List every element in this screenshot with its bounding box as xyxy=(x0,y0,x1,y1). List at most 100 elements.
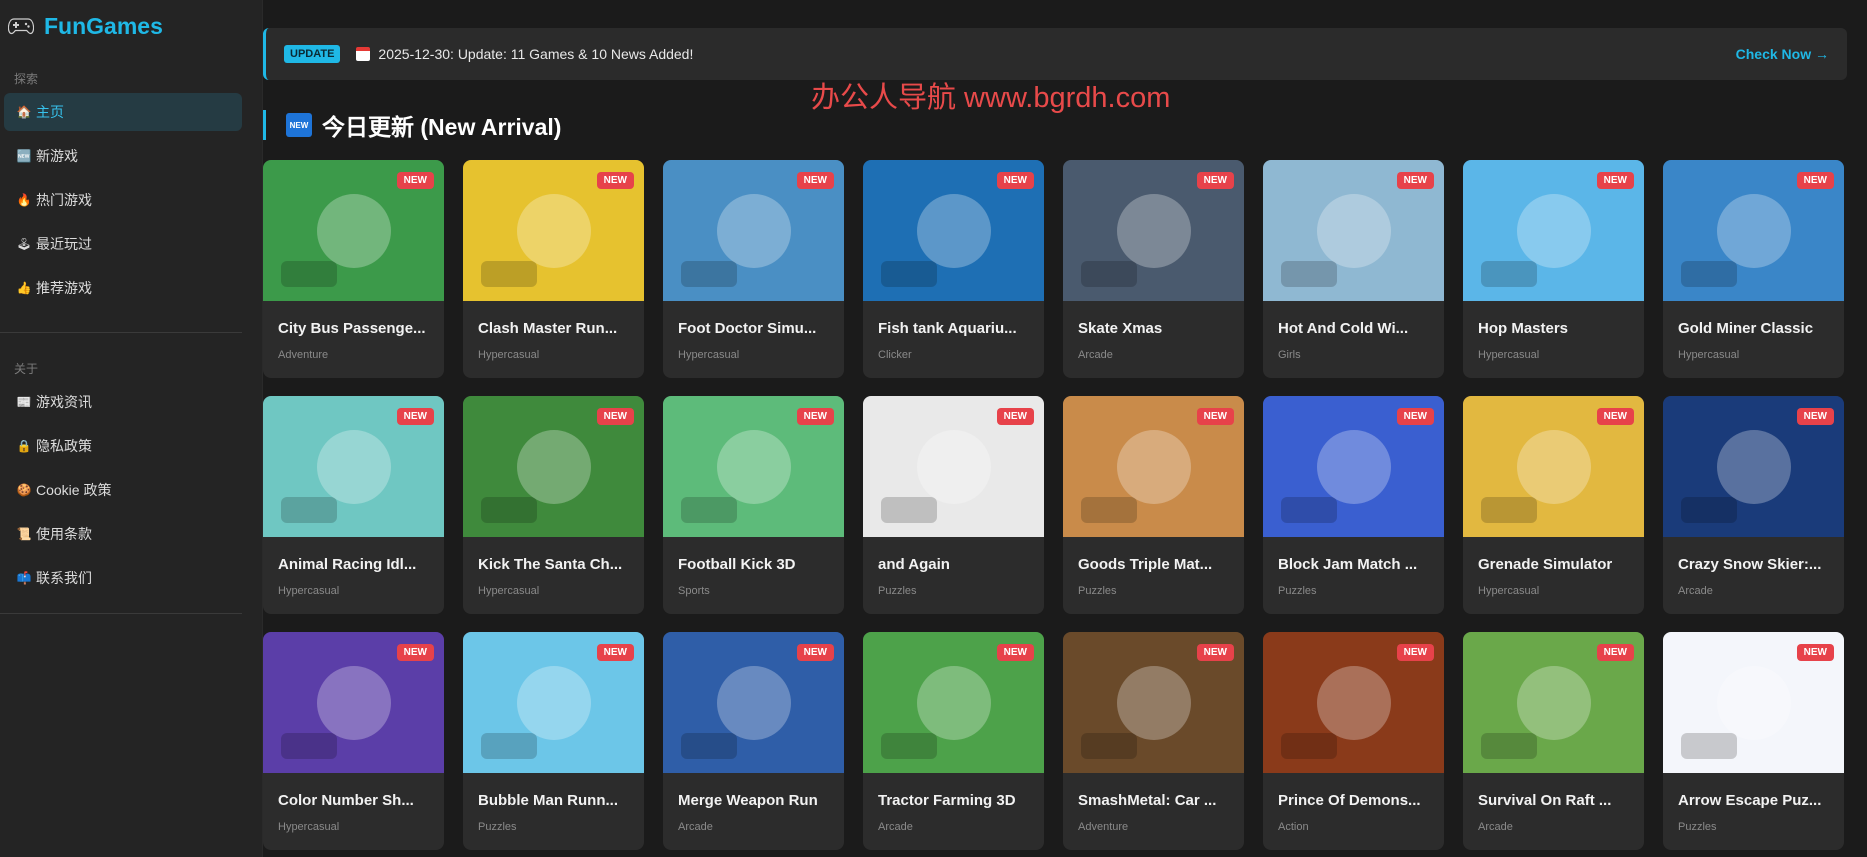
game-title[interactable]: City Bus Passenge... xyxy=(278,320,434,337)
game-title[interactable]: Hot And Cold Wi... xyxy=(1278,320,1434,337)
sidebar-item-recommended[interactable]: 👍 推荐游戏 xyxy=(4,269,242,307)
game-title[interactable]: and Again xyxy=(878,556,1034,573)
game-card[interactable]: NEW Crazy Snow Skier:... Arcade xyxy=(1663,396,1844,614)
game-title[interactable]: Kick The Santa Ch... xyxy=(478,556,634,573)
game-title[interactable]: Prince Of Demons... xyxy=(1278,792,1434,809)
game-card[interactable]: NEW City Bus Passenge... Adventure xyxy=(263,160,444,378)
game-category: Sports xyxy=(678,585,710,597)
game-thumbnail[interactable]: NEW xyxy=(663,632,844,773)
game-thumbnail[interactable]: NEW xyxy=(1263,160,1444,301)
game-card[interactable]: NEW Skate Xmas Arcade xyxy=(1063,160,1244,378)
game-title[interactable]: Football Kick 3D xyxy=(678,556,834,573)
sidebar-item-privacy[interactable]: 🔒 隐私政策 xyxy=(4,427,242,465)
game-title[interactable]: Tractor Farming 3D xyxy=(878,792,1034,809)
game-title[interactable]: Clash Master Run... xyxy=(478,320,634,337)
game-card[interactable]: NEW SmashMetal: Car ... Adventure xyxy=(1063,632,1244,850)
game-card[interactable]: NEW Fish tank Aquariu... Clicker xyxy=(863,160,1044,378)
game-thumbnail[interactable]: NEW xyxy=(1663,632,1844,773)
game-card[interactable]: NEW Football Kick 3D Sports xyxy=(663,396,844,614)
game-thumbnail[interactable]: NEW xyxy=(263,396,444,537)
sidebar-item-home[interactable]: 🏠 主页 xyxy=(4,93,242,131)
news-icon: 📰 xyxy=(16,395,32,409)
sidebar-item-hot-games[interactable]: 🔥 热门游戏 xyxy=(4,181,242,219)
game-title[interactable]: Arrow Escape Puz... xyxy=(1678,792,1834,809)
game-title[interactable]: Grenade Simulator xyxy=(1478,556,1634,573)
sidebar-item-contact[interactable]: 📫 联系我们 xyxy=(4,559,242,597)
game-thumbnail[interactable]: NEW xyxy=(863,396,1044,537)
game-card[interactable]: NEW Tractor Farming 3D Arcade xyxy=(863,632,1044,850)
game-title[interactable]: Skate Xmas xyxy=(1078,320,1234,337)
game-title[interactable]: Hop Masters xyxy=(1478,320,1634,337)
thumbnail-art xyxy=(1516,193,1591,268)
new-badge: NEW xyxy=(1196,408,1234,425)
game-category: Hypercasual xyxy=(678,349,740,361)
section-header: NEW 今日更新 (New Arrival) xyxy=(263,110,561,140)
game-thumbnail[interactable]: NEW xyxy=(1063,396,1244,537)
game-thumbnail[interactable]: NEW xyxy=(1263,632,1444,773)
game-thumbnail[interactable]: NEW xyxy=(1663,160,1844,301)
check-now-link[interactable]: Check Now → xyxy=(1736,46,1829,62)
game-title[interactable]: Color Number Sh... xyxy=(278,792,434,809)
sidebar-item-terms[interactable]: 📜 使用条款 xyxy=(4,515,242,553)
fire-icon: 🔥 xyxy=(16,193,32,207)
game-card[interactable]: NEW Block Jam Match ... Puzzles xyxy=(1263,396,1444,614)
game-thumbnail[interactable]: NEW xyxy=(1663,396,1844,537)
game-thumbnail[interactable]: NEW xyxy=(863,632,1044,773)
game-card[interactable]: NEW Hot And Cold Wi... Girls xyxy=(1263,160,1444,378)
game-thumbnail[interactable]: NEW xyxy=(1263,396,1444,537)
game-card[interactable]: NEW Arrow Escape Puz... Puzzles xyxy=(1663,632,1844,850)
game-thumbnail[interactable]: NEW xyxy=(463,632,644,773)
game-title[interactable]: Merge Weapon Run xyxy=(678,792,834,809)
game-card[interactable]: NEW Prince Of Demons... Action xyxy=(1263,632,1444,850)
game-card[interactable]: NEW Grenade Simulator Hypercasual xyxy=(1463,396,1644,614)
game-card[interactable]: NEW Foot Doctor Simu... Hypercasual xyxy=(663,160,844,378)
brand-logo[interactable]: FunGames xyxy=(0,0,262,52)
thumbnail-art xyxy=(1716,429,1791,504)
game-thumbnail[interactable]: NEW xyxy=(663,396,844,537)
game-card[interactable]: NEW Merge Weapon Run Arcade xyxy=(663,632,844,850)
thumbnail-art xyxy=(716,193,791,268)
game-thumbnail[interactable]: NEW xyxy=(1063,160,1244,301)
sidebar-item-recently-played[interactable]: 🕹 最近玩过 xyxy=(4,225,242,263)
game-title[interactable]: Survival On Raft ... xyxy=(1478,792,1634,809)
game-card[interactable]: NEW Color Number Sh... Hypercasual xyxy=(263,632,444,850)
thumbnail-art xyxy=(1281,261,1337,287)
thumbnail-art xyxy=(1516,665,1591,740)
sidebar-item-cookie[interactable]: 🍪 Cookie 政策 xyxy=(4,471,242,509)
game-thumbnail[interactable]: NEW xyxy=(863,160,1044,301)
sidebar-item-new-games[interactable]: 🆕 新游戏 xyxy=(4,137,242,175)
game-thumbnail[interactable]: NEW xyxy=(463,160,644,301)
sidebar-item-label: 新游戏 xyxy=(36,148,78,164)
game-thumbnail[interactable]: NEW xyxy=(463,396,644,537)
game-title[interactable]: Crazy Snow Skier:... xyxy=(1678,556,1834,573)
game-card[interactable]: NEW Hop Masters Hypercasual xyxy=(1463,160,1644,378)
game-thumbnail[interactable]: NEW xyxy=(1063,632,1244,773)
game-thumbnail[interactable]: NEW xyxy=(663,160,844,301)
game-thumbnail[interactable]: NEW xyxy=(1463,160,1644,301)
game-card[interactable]: NEW Bubble Man Runn... Puzzles xyxy=(463,632,644,850)
game-title[interactable]: Animal Racing Idl... xyxy=(278,556,434,573)
game-card[interactable]: NEW Goods Triple Mat... Puzzles xyxy=(1063,396,1244,614)
game-category: Arcade xyxy=(678,821,713,833)
game-title[interactable]: Block Jam Match ... xyxy=(1278,556,1434,573)
game-thumbnail[interactable]: NEW xyxy=(263,160,444,301)
game-title[interactable]: Goods Triple Mat... xyxy=(1078,556,1234,573)
game-title[interactable]: Gold Miner Classic xyxy=(1678,320,1834,337)
game-title[interactable]: Foot Doctor Simu... xyxy=(678,320,834,337)
game-category: Hypercasual xyxy=(1478,585,1540,597)
game-card[interactable]: NEW and Again Puzzles xyxy=(863,396,1044,614)
game-card[interactable]: NEW Gold Miner Classic Hypercasual xyxy=(1663,160,1844,378)
sidebar-item-news[interactable]: 📰 游戏资讯 xyxy=(4,383,242,421)
game-card[interactable]: NEW Kick The Santa Ch... Hypercasual xyxy=(463,396,644,614)
watermark-text: 办公人导航 www.bgrdh.com xyxy=(811,82,1171,114)
game-card[interactable]: NEW Clash Master Run... Hypercasual xyxy=(463,160,644,378)
game-title[interactable]: Fish tank Aquariu... xyxy=(878,320,1034,337)
game-title[interactable]: SmashMetal: Car ... xyxy=(1078,792,1234,809)
game-title[interactable]: Bubble Man Runn... xyxy=(478,792,634,809)
game-thumbnail[interactable]: NEW xyxy=(1463,632,1644,773)
game-card[interactable]: NEW Survival On Raft ... Arcade xyxy=(1463,632,1644,850)
game-thumbnail[interactable]: NEW xyxy=(263,632,444,773)
game-card[interactable]: NEW Animal Racing Idl... Hypercasual xyxy=(263,396,444,614)
thumbnail-art xyxy=(881,497,937,523)
game-thumbnail[interactable]: NEW xyxy=(1463,396,1644,537)
